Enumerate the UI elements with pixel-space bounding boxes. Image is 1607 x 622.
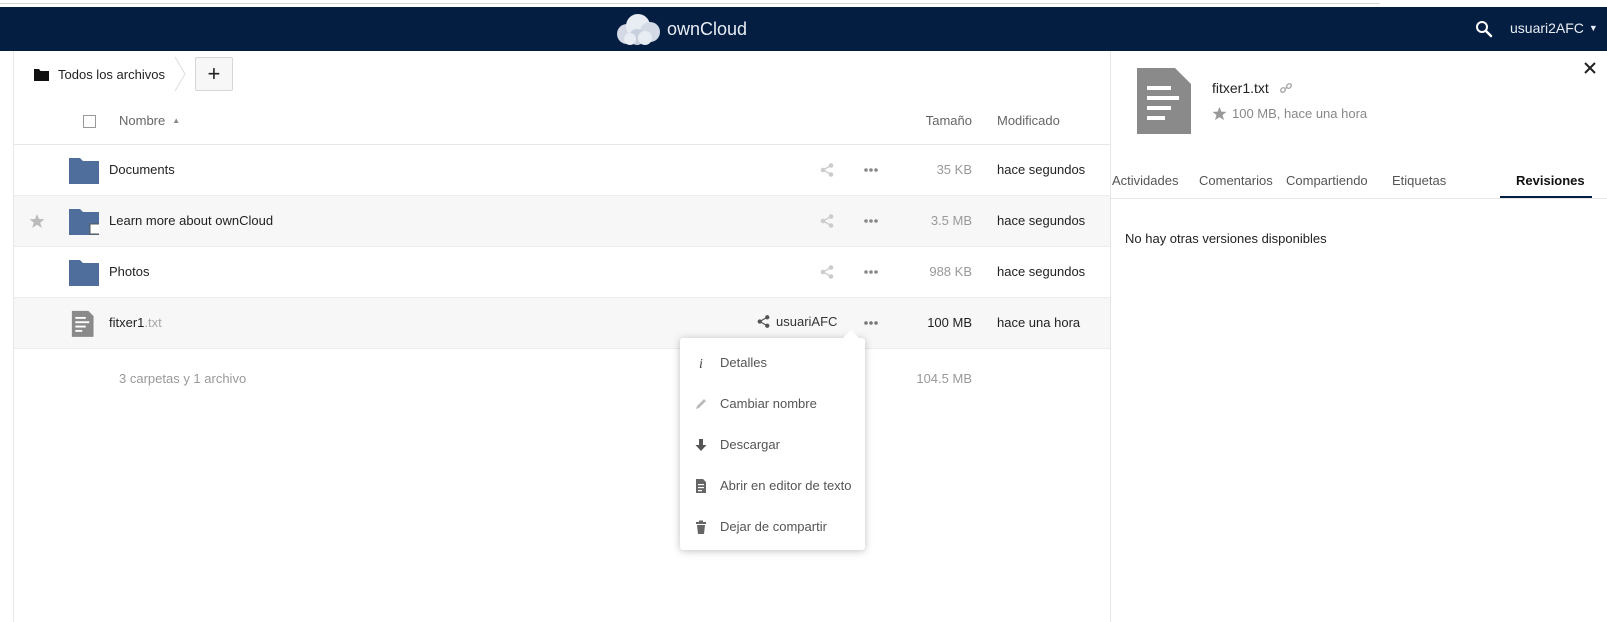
menu-item-rename[interactable]: Cambiar nombre [680, 383, 865, 424]
sort-by-size[interactable]: Tamaño [926, 113, 972, 128]
info-icon: i [694, 356, 708, 370]
active-tab-indicator [1500, 196, 1592, 198]
file-modified: hace una hora [997, 315, 1081, 330]
sidebar-file-name: fitxer1.txt [1212, 80, 1269, 96]
sidebar-file-meta: 100 MB, hace una hora [1212, 106, 1367, 121]
more-actions-icon[interactable] [861, 264, 881, 280]
file-name[interactable]: Documents [109, 162, 175, 177]
table-row[interactable]: Learn more about ownCloud 3.5 MB hace se… [14, 196, 1110, 247]
app-name: ownCloud [667, 18, 748, 39]
tab-sharing[interactable]: Compartiendo [1286, 173, 1368, 188]
app-navigation-collapsed [0, 51, 14, 622]
menu-item-label: Abrir en editor de texto [720, 478, 852, 493]
shared-with-user: usuariAFC [776, 314, 838, 329]
menu-item-download[interactable]: Descargar [680, 424, 865, 465]
breadcrumb-home-label: Todos los archivos [58, 66, 165, 82]
folder-icon [34, 68, 49, 81]
download-icon [694, 438, 708, 452]
file-list-header: Nombre ▲ Tamaño Modificado [14, 97, 1110, 145]
more-actions-icon[interactable] [861, 213, 881, 229]
new-file-button[interactable]: + [194, 57, 233, 91]
share-icon[interactable] [819, 264, 835, 280]
file-size: 988 KB [929, 264, 972, 279]
table-row[interactable]: fitxer1.txt usuariAFC 100 MB hace una ho… [14, 298, 1110, 349]
folder-icon [69, 260, 99, 286]
file-name[interactable]: fitxer1.txt [109, 315, 162, 330]
select-all-checkbox[interactable] [83, 115, 96, 128]
sort-by-modified[interactable]: Modificado [997, 113, 1060, 128]
versions-empty-message: No hay otras versiones disponibles [1125, 231, 1327, 246]
file-size: 100 MB [927, 315, 972, 330]
shared-folder-icon [69, 209, 99, 235]
file-modified: hace segundos [997, 213, 1086, 228]
close-icon[interactable] [1583, 61, 1597, 75]
table-row[interactable]: Documents 35 KB hace segundos [14, 145, 1110, 196]
menu-item-label: Detalles [720, 355, 767, 370]
sort-by-name[interactable]: Nombre ▲ [119, 113, 180, 128]
sidebar-file-title: fitxer1.txt [1212, 80, 1293, 96]
file-name[interactable]: Learn more about ownCloud [109, 213, 273, 228]
sort-asc-icon: ▲ [172, 116, 181, 125]
sidebar-meta-text: 100 MB, hace una hora [1232, 106, 1368, 121]
breadcrumb: Todos los archivos + [14, 51, 1110, 97]
file-modified: hace segundos [997, 162, 1086, 177]
tab-comments[interactable]: Comentarios [1199, 173, 1273, 188]
search-icon[interactable] [1474, 19, 1494, 39]
app-header: ownCloud usuari2AFC ▼ [0, 7, 1607, 51]
menu-caret [842, 330, 860, 339]
text-file-icon [71, 310, 94, 337]
pencil-icon [694, 397, 708, 411]
menu-item-label: Descargar [720, 437, 780, 452]
file-thumbnail-icon [1137, 68, 1191, 134]
file-actions-menu: i Detalles Cambiar nombre Descargar Abri… [680, 330, 865, 550]
menu-item-label: Cambiar nombre [720, 396, 817, 411]
trash-icon [694, 520, 708, 534]
star-icon[interactable] [1212, 106, 1227, 121]
cloud-logo-icon [617, 14, 660, 45]
share-icon[interactable] [819, 213, 835, 229]
tab-versions[interactable]: Revisiones [1516, 173, 1585, 188]
file-size: 3.5 MB [930, 213, 972, 228]
breadcrumb-home[interactable]: Todos los archivos [14, 51, 165, 97]
summary-count: 3 carpetas y 1 archivo [119, 371, 247, 386]
table-row[interactable]: Photos 988 KB hace segundos [14, 247, 1110, 298]
file-modified: hace segundos [997, 264, 1086, 279]
file-size: 35 KB [936, 162, 972, 177]
star-icon[interactable] [29, 213, 45, 229]
folder-icon [69, 158, 99, 184]
sidebar-tabs: Actividades Comentarios Compartiendo Eti… [1111, 167, 1607, 199]
more-actions-icon[interactable] [861, 315, 881, 331]
summary-size: 104.5 MB [916, 371, 972, 386]
caret-down-icon: ▼ [1588, 23, 1598, 33]
user-menu[interactable]: usuari2AFC ▼ [1510, 20, 1598, 36]
top-divider [0, 3, 1380, 4]
menu-item-label: Dejar de compartir [720, 519, 827, 534]
details-sidebar: fitxer1.txt 100 MB, hace una hora Activi… [1110, 51, 1607, 622]
name-column-label: Nombre [119, 113, 166, 128]
link-icon[interactable] [1279, 81, 1293, 95]
file-list: Nombre ▲ Tamaño Modificado Documents 35 … [14, 97, 1110, 409]
menu-item-open-text-editor[interactable]: Abrir en editor de texto [680, 465, 865, 506]
tab-tags[interactable]: Etiquetas [1392, 173, 1446, 188]
file-list-summary: 3 carpetas y 1 archivo 104.5 MB [14, 349, 1110, 409]
document-icon [694, 478, 708, 493]
user-name: usuari2AFC [1510, 20, 1584, 36]
share-icon [757, 315, 770, 328]
svg-text:i: i [699, 357, 703, 370]
menu-item-details[interactable]: i Detalles [680, 342, 865, 383]
tab-activities[interactable]: Actividades [1112, 173, 1178, 188]
share-icon[interactable] [819, 162, 835, 178]
file-name[interactable]: Photos [109, 264, 149, 279]
menu-item-unshare[interactable]: Dejar de compartir [680, 506, 865, 547]
app-logo[interactable]: ownCloud [615, 11, 747, 47]
breadcrumb-separator-icon [174, 56, 186, 92]
browser-top-strip [0, 0, 1607, 7]
shared-with-indicator[interactable]: usuariAFC [756, 314, 837, 329]
more-actions-icon[interactable] [861, 162, 881, 178]
